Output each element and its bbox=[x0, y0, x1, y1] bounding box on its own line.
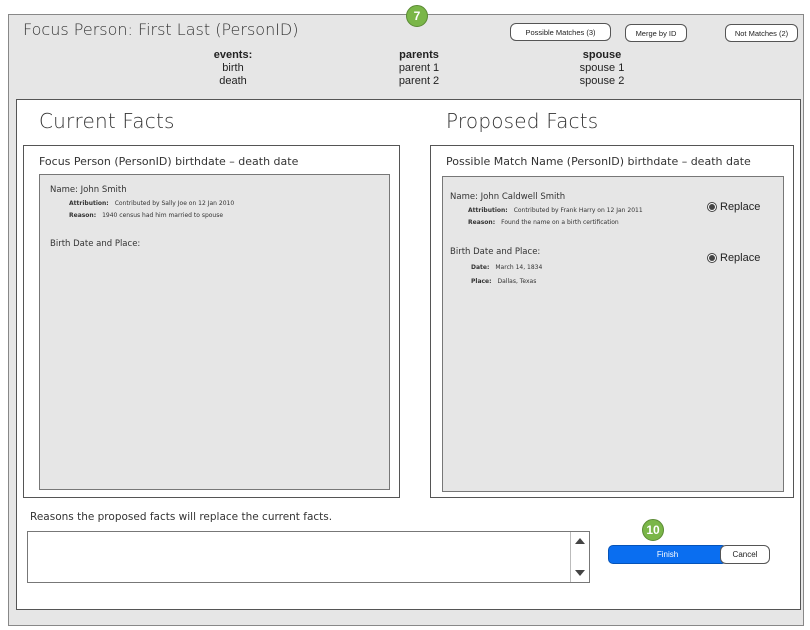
event-item[interactable]: death bbox=[198, 75, 268, 88]
place-label: Place: bbox=[471, 278, 492, 285]
current-name: Name: John Smith bbox=[50, 185, 127, 195]
attribution-value: Contributed by Sally Joe on 12 Jan 2010 bbox=[114, 200, 235, 207]
reason-label: Reason: bbox=[468, 219, 496, 226]
reason-label: Reason: bbox=[69, 212, 97, 219]
parent-item[interactable]: parent 2 bbox=[384, 75, 454, 88]
step-badge-7: 7 bbox=[406, 5, 428, 27]
current-facts-box bbox=[39, 174, 390, 490]
spouse-item[interactable]: spouse 2 bbox=[562, 75, 642, 88]
attribution-label: Attribution: bbox=[468, 207, 508, 214]
reasons-label: Reasons the proposed facts will replace … bbox=[30, 511, 333, 523]
merge-by-id-button[interactable]: Merge by ID bbox=[625, 24, 687, 42]
cancel-button[interactable]: Cancel bbox=[720, 545, 770, 564]
attribution-value: Contributed by Frank Harry on 12 Jan 201… bbox=[513, 207, 643, 214]
scroll-down-icon[interactable] bbox=[575, 570, 585, 576]
reason-value: 1940 census had him married to spouse bbox=[102, 212, 224, 219]
proposed-name: Name: John Caldwell Smith bbox=[450, 192, 566, 202]
spouse-title: spouse bbox=[582, 49, 622, 61]
scroll-up-icon[interactable] bbox=[575, 538, 585, 544]
reasons-input[interactable] bbox=[27, 531, 590, 583]
place-value: Dallas, Texas bbox=[497, 278, 537, 285]
replace-label: Replace bbox=[720, 252, 761, 264]
proposed-birth-heading: Birth Date and Place: bbox=[450, 247, 541, 257]
current-panel-header: Focus Person (PersonID) birthdate – deat… bbox=[39, 155, 299, 168]
reason-value: Found the name on a birth certification bbox=[501, 219, 619, 226]
events-column: events: birth death bbox=[198, 49, 268, 88]
page-title: Focus Person: First Last (PersonID) bbox=[23, 20, 299, 39]
possible-matches-button[interactable]: Possible Matches (3) bbox=[510, 23, 611, 41]
spouse-column: spouse spouse 1 spouse 2 bbox=[562, 49, 642, 88]
not-matches-button[interactable]: Not Matches (2) bbox=[725, 24, 798, 42]
current-birth-heading: Birth Date and Place: bbox=[50, 239, 141, 249]
current-reason: Reason: 1940 census had him married to sp… bbox=[69, 212, 223, 219]
attribution-label: Attribution: bbox=[69, 200, 109, 207]
replace-label: Replace bbox=[720, 201, 761, 213]
date-value: March 14, 1834 bbox=[495, 264, 543, 271]
proposed-panel-header: Possible Match Name (PersonID) birthdate… bbox=[446, 155, 751, 168]
event-item[interactable]: birth bbox=[198, 62, 268, 75]
parents-column: parents parent 1 parent 2 bbox=[384, 49, 454, 88]
finish-button[interactable]: Finish bbox=[608, 545, 727, 564]
proposed-facts-title: Proposed Facts bbox=[446, 109, 599, 133]
reasons-scrollbar[interactable] bbox=[570, 532, 589, 582]
radio-selected-icon bbox=[707, 202, 717, 212]
spouse-item[interactable]: spouse 1 bbox=[562, 62, 642, 75]
replace-name-radio[interactable]: Replace bbox=[707, 201, 760, 213]
events-title: events: bbox=[213, 49, 253, 61]
proposed-attribution: Attribution: Contributed by Frank Harry o… bbox=[468, 207, 643, 214]
replace-birth-radio[interactable]: Replace bbox=[707, 252, 760, 264]
current-facts-title: Current Facts bbox=[39, 109, 175, 133]
proposed-date: Date: March 14, 1834 bbox=[471, 264, 542, 271]
parents-title: parents bbox=[399, 49, 439, 61]
radio-selected-icon bbox=[707, 253, 717, 263]
step-badge-10: 10 bbox=[642, 519, 664, 541]
parent-item[interactable]: parent 1 bbox=[384, 62, 454, 75]
proposed-place: Place: Dallas, Texas bbox=[471, 278, 536, 285]
current-attribution: Attribution: Contributed by Sally Joe on … bbox=[69, 200, 234, 207]
proposed-reason: Reason: Found the name on a birth certifi… bbox=[468, 219, 619, 226]
date-label: Date: bbox=[471, 264, 490, 271]
